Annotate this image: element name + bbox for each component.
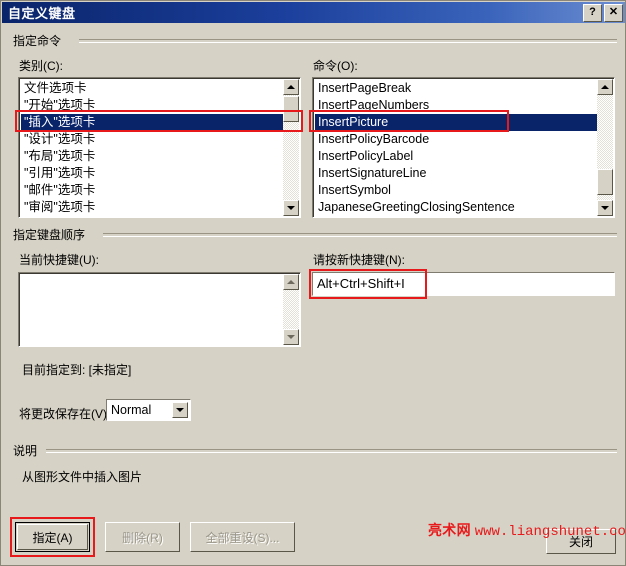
group-label-description: 说明 bbox=[13, 442, 42, 459]
list-item-selected[interactable]: InsertPicture bbox=[315, 114, 597, 131]
scroll-down-arrow-icon[interactable] bbox=[283, 200, 299, 216]
remove-button-label: 删除(R) bbox=[122, 530, 163, 545]
category-listbox-scrollbar[interactable] bbox=[283, 79, 299, 216]
new-shortcut-input[interactable]: Alt+Ctrl+Shift+I bbox=[312, 272, 615, 296]
list-item-selected[interactable]: "插入"选项卡 bbox=[21, 114, 283, 131]
new-shortcut-input-value: Alt+Ctrl+Shift+I bbox=[317, 276, 405, 291]
list-item[interactable]: InsertPolicyBarcode bbox=[315, 131, 597, 148]
category-label: 类别(C): bbox=[19, 59, 63, 73]
list-item[interactable]: InsertPolicyLabel bbox=[315, 148, 597, 165]
category-listbox[interactable]: 文件选项卡 "开始"选项卡 "插入"选项卡 "设计"选项卡 "布局"选项卡 "引… bbox=[18, 77, 301, 218]
scroll-up-arrow-icon[interactable] bbox=[283, 79, 299, 95]
group-line-specify-command bbox=[79, 39, 617, 43]
category-listbox-items: 文件选项卡 "开始"选项卡 "插入"选项卡 "设计"选项卡 "布局"选项卡 "引… bbox=[21, 80, 283, 215]
watermark: 亮术网 www.liangshunet.com bbox=[428, 520, 626, 540]
current-shortcuts-listbox[interactable] bbox=[18, 272, 301, 347]
assign-button[interactable]: 指定(A) bbox=[15, 522, 90, 552]
save-changes-in-label: 将更改保存在(V): bbox=[19, 407, 111, 421]
press-new-shortcut-label: 请按新快捷键(N): bbox=[313, 253, 405, 267]
list-item[interactable]: "布局"选项卡 bbox=[21, 148, 283, 165]
commands-label: 命令(O): bbox=[313, 59, 358, 73]
current-shortcuts-items bbox=[21, 275, 283, 344]
reset-all-button[interactable]: 全部重设(S)... bbox=[190, 522, 295, 552]
reset-all-button-label: 全部重设(S)... bbox=[205, 530, 280, 545]
remove-button[interactable]: 删除(R) bbox=[105, 522, 180, 552]
scrollbar-thumb[interactable] bbox=[597, 169, 613, 195]
list-item[interactable]: "开始"选项卡 bbox=[21, 97, 283, 114]
chevron-down-icon[interactable] bbox=[172, 402, 188, 418]
scroll-down-arrow-icon[interactable] bbox=[597, 200, 613, 216]
current-shortcuts-scrollbar[interactable] bbox=[283, 274, 299, 345]
customize-keyboard-dialog: 自定义键盘 ? ✕ 指定命令 类别(C): 文件选项卡 "开始"选项卡 "插入"… bbox=[0, 0, 626, 566]
title-bar: 自定义键盘 ? ✕ bbox=[2, 2, 625, 23]
window-title: 自定义键盘 bbox=[8, 6, 76, 21]
save-in-combobox-value: Normal bbox=[111, 403, 152, 417]
group-line-description bbox=[46, 449, 617, 453]
group-line-keyboard-sequence bbox=[103, 233, 617, 237]
text-caret bbox=[425, 277, 426, 291]
list-item[interactable]: 文件选项卡 bbox=[21, 80, 283, 97]
scroll-up-arrow-icon[interactable] bbox=[597, 79, 613, 95]
group-label-specify-command: 指定命令 bbox=[13, 32, 66, 49]
list-item[interactable]: "审阅"选项卡 bbox=[21, 199, 283, 215]
scrollbar-track[interactable] bbox=[283, 290, 299, 329]
group-label-keyboard-sequence: 指定键盘顺序 bbox=[13, 226, 90, 243]
scrollbar-thumb[interactable] bbox=[283, 96, 299, 122]
description-text: 从图形文件中插入图片 bbox=[22, 470, 143, 484]
close-icon[interactable]: ✕ bbox=[604, 4, 623, 22]
list-item[interactable]: "设计"选项卡 bbox=[21, 131, 283, 148]
scroll-down-arrow-icon[interactable] bbox=[283, 329, 299, 345]
list-item[interactable]: InsertSymbol bbox=[315, 182, 597, 199]
currently-assigned-to-text: 目前指定到: [未指定] bbox=[22, 363, 132, 377]
title-bar-buttons: ? ✕ bbox=[583, 4, 623, 22]
help-icon[interactable]: ? bbox=[583, 4, 602, 22]
list-item[interactable]: "邮件"选项卡 bbox=[21, 182, 283, 199]
commands-listbox-items: InsertPageBreak InsertPageNumbers Insert… bbox=[315, 80, 597, 215]
commands-listbox-scrollbar[interactable] bbox=[597, 79, 613, 216]
list-item[interactable]: InsertPageNumbers bbox=[315, 97, 597, 114]
list-item[interactable]: InsertPageBreak bbox=[315, 80, 597, 97]
scroll-up-arrow-icon[interactable] bbox=[283, 274, 299, 290]
commands-listbox[interactable]: InsertPageBreak InsertPageNumbers Insert… bbox=[312, 77, 615, 218]
watermark-site-name: 亮术网 bbox=[428, 522, 471, 538]
watermark-url: www.liangshunet.com bbox=[474, 524, 626, 540]
current-shortcuts-label: 当前快捷键(U): bbox=[19, 253, 99, 267]
list-item[interactable]: "引用"选项卡 bbox=[21, 165, 283, 182]
assign-button-label: 指定(A) bbox=[32, 530, 73, 545]
save-in-combobox[interactable]: Normal bbox=[106, 399, 191, 421]
list-item[interactable]: JapaneseGreetingClosingSentence bbox=[315, 199, 597, 215]
list-item[interactable]: InsertSignatureLine bbox=[315, 165, 597, 182]
